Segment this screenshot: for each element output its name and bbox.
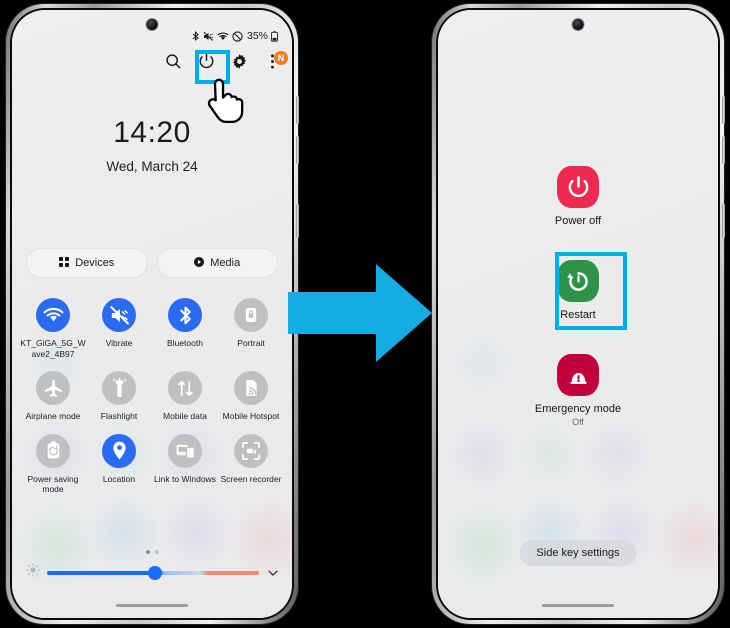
page-dot[interactable] (154, 550, 159, 554)
wifi-icon (217, 31, 229, 42)
emergency-icon (557, 354, 599, 396)
tile-link-to-windows[interactable]: Link to Windows (152, 433, 218, 495)
tile-label: Power saving mode (27, 473, 79, 495)
right-phone-side-key-button[interactable] (722, 204, 725, 238)
side-key-settings-button[interactable]: Side key settings (519, 540, 637, 566)
emergency-mode-status: Off (572, 417, 584, 427)
tile-row: Airplane mode Flashlight Mobile data Mob… (20, 371, 284, 422)
tile-vibrate[interactable]: Vibrate (86, 298, 152, 359)
restart-option[interactable]: Restart (518, 260, 638, 321)
left-phone-side-key-button[interactable] (296, 204, 299, 238)
screen-recorder-icon (234, 433, 268, 468)
media-button-label: Media (210, 257, 241, 269)
restart-icon (557, 260, 599, 302)
emergency-mode-label: Emergency mode (534, 403, 622, 415)
power-icon[interactable] (197, 52, 216, 71)
tile-label: Screen recorder (220, 473, 282, 484)
left-phone-volume-down-button[interactable] (296, 136, 299, 164)
hand-cursor-icon (202, 72, 258, 129)
page-dot[interactable] (145, 550, 150, 554)
battery-icon (271, 30, 278, 42)
home-indicator[interactable] (542, 603, 614, 607)
brightness-slider[interactable] (47, 565, 259, 580)
search-icon[interactable] (164, 52, 183, 71)
clock-date: Wed, March 24 (106, 159, 198, 174)
restart-label: Restart (560, 309, 596, 321)
tile-label: Mobile data (163, 411, 207, 421)
tile-label: Location (102, 473, 136, 484)
right-phone-device: Power off Restart Emergency mode Off Sid… (432, 4, 725, 624)
portrait-lock-icon (234, 298, 268, 332)
front-camera-icon (146, 19, 158, 30)
airplane-icon (36, 371, 70, 405)
transition-arrow-icon (288, 262, 433, 369)
link-to-windows-icon (168, 433, 202, 468)
left-phone-device: 35% N 14:20 Wed, March 24 Devices Media … (6, 4, 299, 624)
tile-label: KT_GiGA_5G_Wave2_4B97 (20, 338, 86, 359)
power-off-label: Power off (554, 215, 602, 227)
mobile-data-icon (168, 371, 202, 405)
tile-flashlight[interactable]: Flashlight (86, 371, 152, 422)
page-indicator (12, 550, 292, 554)
vibrate-icon (203, 31, 214, 42)
right-phone-screen: Power off Restart Emergency mode Off Sid… (438, 10, 718, 618)
tile-mobile-hotspot[interactable]: Mobile Hotspot (218, 371, 284, 422)
gear-icon[interactable] (230, 52, 249, 71)
right-phone-bezel: Power off Restart Emergency mode Off Sid… (436, 8, 720, 620)
quick-settings-tiles: KT_GiGA_5G_Wave2_4B97 Vibrate Bluetooth … (20, 298, 284, 495)
media-play-icon (194, 256, 205, 270)
right-phone-volume-down-button[interactable] (722, 136, 725, 164)
tile-bluetooth[interactable]: Bluetooth (152, 298, 218, 359)
bluetooth-icon (168, 298, 202, 332)
chevron-down-icon[interactable] (266, 566, 280, 580)
tile-screen-recorder[interactable]: Screen recorder (218, 433, 284, 495)
media-button[interactable]: Media (156, 248, 278, 278)
power-saving-icon (36, 433, 70, 468)
do-not-disturb-icon (232, 30, 243, 42)
tile-label: Vibrate (105, 338, 133, 348)
front-camera-icon (572, 19, 584, 30)
tile-label: Mobile Hotspot (222, 411, 280, 421)
tile-row: KT_GiGA_5G_Wave2_4B97 Vibrate Bluetooth … (20, 298, 284, 359)
brightness-row (26, 563, 280, 582)
tile-location[interactable]: Location (86, 433, 152, 495)
notification-badge: N (274, 51, 288, 65)
tile-label: Link to Windows (154, 473, 216, 484)
tile-wifi[interactable]: KT_GiGA_5G_Wave2_4B97 (20, 298, 86, 359)
power-icon (557, 166, 599, 208)
devices-grid-icon (59, 256, 70, 270)
bluetooth-icon (192, 30, 200, 42)
left-phone-screen: 35% N 14:20 Wed, March 24 Devices Media … (12, 10, 292, 618)
wifi-icon (36, 298, 70, 332)
left-phone-volume-up-button[interactable] (296, 96, 299, 124)
tile-label: Bluetooth (167, 338, 203, 348)
tile-mobile-data[interactable]: Mobile data (152, 371, 218, 422)
shortcut-row: Devices Media (26, 248, 278, 278)
tile-row: Power saving mode Location Link to Windo… (20, 433, 284, 495)
brightness-icon (26, 563, 40, 582)
tile-label: Portrait (237, 338, 265, 348)
emergency-mode-option[interactable]: Emergency mode Off (518, 354, 638, 427)
power-menu: Power off Restart Emergency mode Off (438, 10, 718, 618)
tile-label: Flashlight (100, 411, 138, 421)
right-phone-volume-up-button[interactable] (722, 96, 725, 124)
home-indicator[interactable] (116, 603, 188, 607)
flashlight-icon (102, 371, 136, 405)
left-phone-bezel: 35% N 14:20 Wed, March 24 Devices Media … (10, 8, 294, 620)
vibrate-icon (102, 298, 136, 332)
devices-button[interactable]: Devices (26, 248, 148, 278)
mobile-hotspot-icon (234, 371, 268, 405)
tile-power-saving-mode[interactable]: Power saving mode (20, 433, 86, 495)
battery-percent-label: 35% (246, 30, 268, 42)
tile-label: Airplane mode (25, 411, 81, 421)
tile-airplane-mode[interactable]: Airplane mode (20, 371, 86, 422)
devices-button-label: Devices (75, 257, 115, 269)
screenshot-stage: 35% N 14:20 Wed, March 24 Devices Media … (0, 0, 730, 628)
quick-settings-header (164, 52, 282, 71)
brightness-slider-handle[interactable] (148, 565, 163, 580)
tile-portrait[interactable]: Portrait (218, 298, 284, 359)
location-pin-icon (102, 433, 136, 468)
status-bar: 35% (192, 30, 278, 42)
power-off-option[interactable]: Power off (518, 166, 638, 227)
